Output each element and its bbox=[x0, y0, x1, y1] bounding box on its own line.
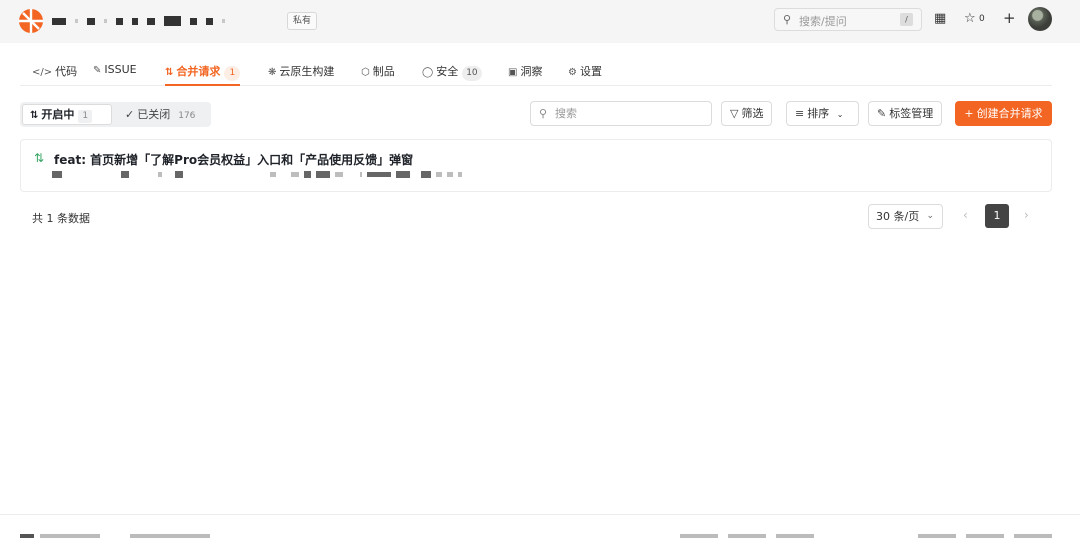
open-count: 1 bbox=[78, 110, 93, 123]
star-count: 0 bbox=[979, 14, 985, 24]
closed-label: 已关闭 bbox=[137, 108, 171, 121]
chevron-down-icon: ⌄ bbox=[836, 110, 844, 119]
page-number-current[interactable]: 1 bbox=[985, 204, 1009, 228]
repo-breadcrumb-redacted[interactable] bbox=[52, 16, 234, 26]
insights-icon: ▣ bbox=[508, 67, 518, 78]
pencil-icon: ✎ bbox=[877, 107, 887, 120]
repo-tabs: </> 代码 ✎ ISSUE ⇅ 合并请求 1 ❋ 云原生构建 ⬡ 制品 ◯ 安全 10 ▣ 洞察… bbox=[20, 55, 1052, 86]
shield-icon: ◯ bbox=[422, 67, 434, 78]
filter-label: 筛选 bbox=[741, 107, 764, 120]
total-count-text: 共 1 条数据 bbox=[32, 212, 90, 225]
create-merge-request-button[interactable]: + 创建合并请求 bbox=[955, 101, 1052, 126]
mr-meta-redacted bbox=[52, 170, 467, 178]
filter-closed-button[interactable]: ✓ 已关闭 176 bbox=[118, 104, 206, 125]
mr-search-input[interactable] bbox=[555, 105, 705, 122]
tab-label: 制品 bbox=[372, 65, 395, 78]
tab-label: 设置 bbox=[579, 65, 602, 78]
filter-open-button[interactable]: ⇅ 开启中 1 bbox=[22, 104, 112, 125]
brand-logo-icon[interactable] bbox=[18, 8, 44, 34]
settings-icon: ⚙ bbox=[568, 67, 577, 78]
tab-packages[interactable]: ⬡ 制品 bbox=[361, 63, 395, 85]
list-item[interactable]: ⇅ feat: 首页新增「了解Pro会员权益」入口和「产品使用反馈」弹窗 bbox=[20, 139, 1052, 192]
page-size-value: 30 条/页 bbox=[876, 210, 920, 223]
tab-security[interactable]: ◯ 安全 10 bbox=[422, 63, 482, 85]
check-circle-icon: ✓ bbox=[125, 108, 135, 121]
tab-code[interactable]: </> 代码 bbox=[32, 63, 77, 85]
sort-label: 排序 bbox=[807, 107, 830, 120]
chevron-down-icon: ⌄ bbox=[926, 211, 934, 221]
tab-label: 洞察 bbox=[520, 65, 543, 78]
state-toggle: ⇅ 开启中 1 ✓ 已关闭 176 bbox=[20, 102, 211, 127]
plus-icon: + bbox=[964, 107, 974, 120]
code-icon: </> bbox=[32, 67, 53, 78]
tab-label: 代码 bbox=[55, 65, 78, 78]
shortcut-key-hint: / bbox=[900, 13, 913, 26]
sort-button[interactable]: ≡ 排序 ⌄ bbox=[786, 101, 859, 126]
merge-request-icon: ⇅ bbox=[165, 67, 174, 78]
cloud-build-icon: ❋ bbox=[268, 67, 277, 78]
page-footer bbox=[0, 514, 1080, 538]
label-manage-text: 标签管理 bbox=[889, 107, 934, 120]
filter-button[interactable]: ▽ 筛选 bbox=[721, 101, 773, 126]
issue-icon: ✎ bbox=[93, 65, 102, 76]
closed-count: 176 bbox=[178, 111, 196, 121]
page-size-select[interactable]: 30 条/页 ⌄ bbox=[868, 204, 943, 229]
tab-count-badge: 1 bbox=[224, 66, 241, 81]
tab-label: ISSUE bbox=[104, 63, 137, 76]
tab-cloud-build[interactable]: ❋ 云原生构建 bbox=[268, 63, 334, 85]
open-label: 开启中 bbox=[41, 108, 75, 121]
private-badge: 私有 bbox=[287, 12, 318, 30]
star-icon[interactable]: ☆ bbox=[964, 11, 976, 26]
tab-issue[interactable]: ✎ ISSUE bbox=[93, 63, 137, 85]
plus-icon[interactable]: + bbox=[1003, 9, 1016, 27]
tab-count-badge: 10 bbox=[462, 66, 482, 81]
prev-page-icon[interactable]: ‹ bbox=[963, 208, 968, 222]
avatar[interactable] bbox=[1028, 7, 1052, 31]
building-icon[interactable]: ▦ bbox=[934, 11, 946, 26]
main-panel: </> 代码 ✎ ISSUE ⇅ 合并请求 1 ❋ 云原生构建 ⬡ 制品 ◯ 安全 10 ▣ 洞察… bbox=[0, 43, 1080, 538]
tab-label: 安全 bbox=[436, 65, 459, 78]
global-search-placeholder: 搜索/提问 bbox=[799, 15, 847, 28]
top-navigation-bar: 私有 ⚲ 搜索/提问 / ▦ ☆ 0 + bbox=[0, 0, 1080, 43]
label-manage-button[interactable]: ✎ 标签管理 bbox=[868, 101, 943, 126]
merge-request-icon: ⇅ bbox=[34, 151, 45, 165]
create-label: 创建合并请求 bbox=[976, 107, 1043, 120]
tab-merge-requests[interactable]: ⇅ 合并请求 1 bbox=[165, 63, 241, 86]
mr-search-field[interactable]: ⚲ bbox=[530, 101, 712, 126]
sort-icon: ≡ bbox=[795, 107, 805, 120]
merge-request-icon: ⇅ bbox=[30, 110, 39, 121]
funnel-icon: ▽ bbox=[730, 107, 739, 120]
global-search-input[interactable]: ⚲ 搜索/提问 / bbox=[774, 8, 922, 31]
tab-label: 云原生构建 bbox=[279, 65, 335, 78]
tab-settings[interactable]: ⚙ 设置 bbox=[568, 63, 602, 85]
search-icon: ⚲ bbox=[783, 13, 792, 26]
tab-label: 合并请求 bbox=[176, 65, 221, 78]
mr-title[interactable]: feat: 首页新增「了解Pro会员权益」入口和「产品使用反馈」弹窗 bbox=[54, 151, 413, 168]
search-icon: ⚲ bbox=[539, 107, 548, 120]
package-icon: ⬡ bbox=[361, 67, 370, 78]
next-page-icon[interactable]: › bbox=[1024, 208, 1029, 222]
tab-insights[interactable]: ▣ 洞察 bbox=[508, 63, 542, 85]
